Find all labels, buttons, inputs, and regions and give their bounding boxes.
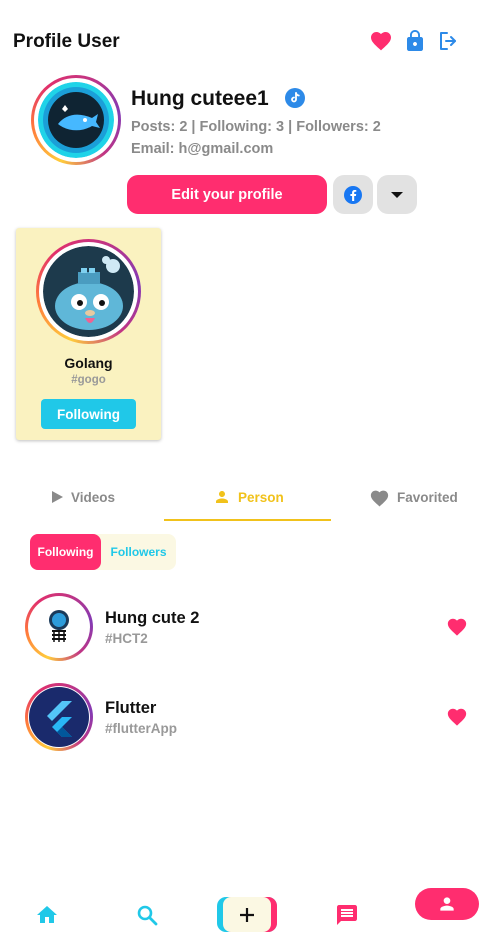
tiktok-verified-icon [285,88,305,108]
list-item-avatar[interactable] [25,593,93,661]
flutter-avatar-image [29,687,89,747]
tab-favorited-label: Favorited [397,489,458,505]
card-handle: #gogo [71,374,106,386]
nav-messages[interactable] [334,902,360,928]
like-heart-icon[interactable] [446,616,468,638]
heart-icon [370,490,389,506]
profile-avatar[interactable] [31,75,121,165]
tab-videos[interactable]: Videos [50,486,115,508]
play-icon [52,491,63,503]
logout-icon[interactable] [437,29,461,53]
favorites-heart-icon[interactable] [369,29,393,53]
profile-name: Hung cuteee1 [131,87,269,110]
lock-icon[interactable] [403,29,427,53]
add-icon [240,907,254,922]
profile-stats: Posts: 2 | Following: 3 | Followers: 2 [131,119,381,135]
segment-following[interactable]: Following [30,534,101,570]
list-item-name: Flutter [105,699,157,717]
tab-videos-label: Videos [71,489,116,505]
person-icon [216,491,228,503]
chat-icon [337,905,357,925]
facebook-icon [344,185,362,204]
golang-gopher-image [43,246,134,337]
list-item-tag: #HCT2 [105,631,148,646]
tab-person[interactable]: Person [213,486,284,508]
nav-home[interactable] [34,902,60,928]
more-options-dropdown[interactable] [377,175,417,214]
facebook-button[interactable] [333,175,373,214]
profile-icon [440,897,454,911]
card-following-button[interactable]: Following [41,399,136,429]
list-item-avatar[interactable] [25,683,93,751]
segment-followers[interactable]: Followers [103,534,174,570]
page-title: Profile User [13,31,120,52]
avatar-image [38,82,114,158]
list-item-name: Hung cute 2 [105,609,200,627]
search-icon [137,905,158,926]
active-tab-indicator [164,519,331,521]
edit-profile-button[interactable]: Edit your profile [127,175,327,214]
list-item-tag: #flutterApp [105,721,177,736]
nav-profile[interactable] [415,888,479,920]
profile-email: Email: h@gmail.com [131,141,274,157]
card-username: Golang [64,355,113,371]
hung-cute-2-avatar-image [29,597,89,657]
caret-down-icon [391,191,403,198]
nav-search[interactable] [134,902,160,928]
tab-person-label: Person [238,489,284,505]
home-icon [37,906,57,923]
nav-add-button[interactable] [217,897,277,932]
golang-avatar[interactable] [36,239,141,344]
like-heart-icon[interactable] [446,706,468,728]
tab-favorited[interactable]: Favorited [369,486,458,508]
